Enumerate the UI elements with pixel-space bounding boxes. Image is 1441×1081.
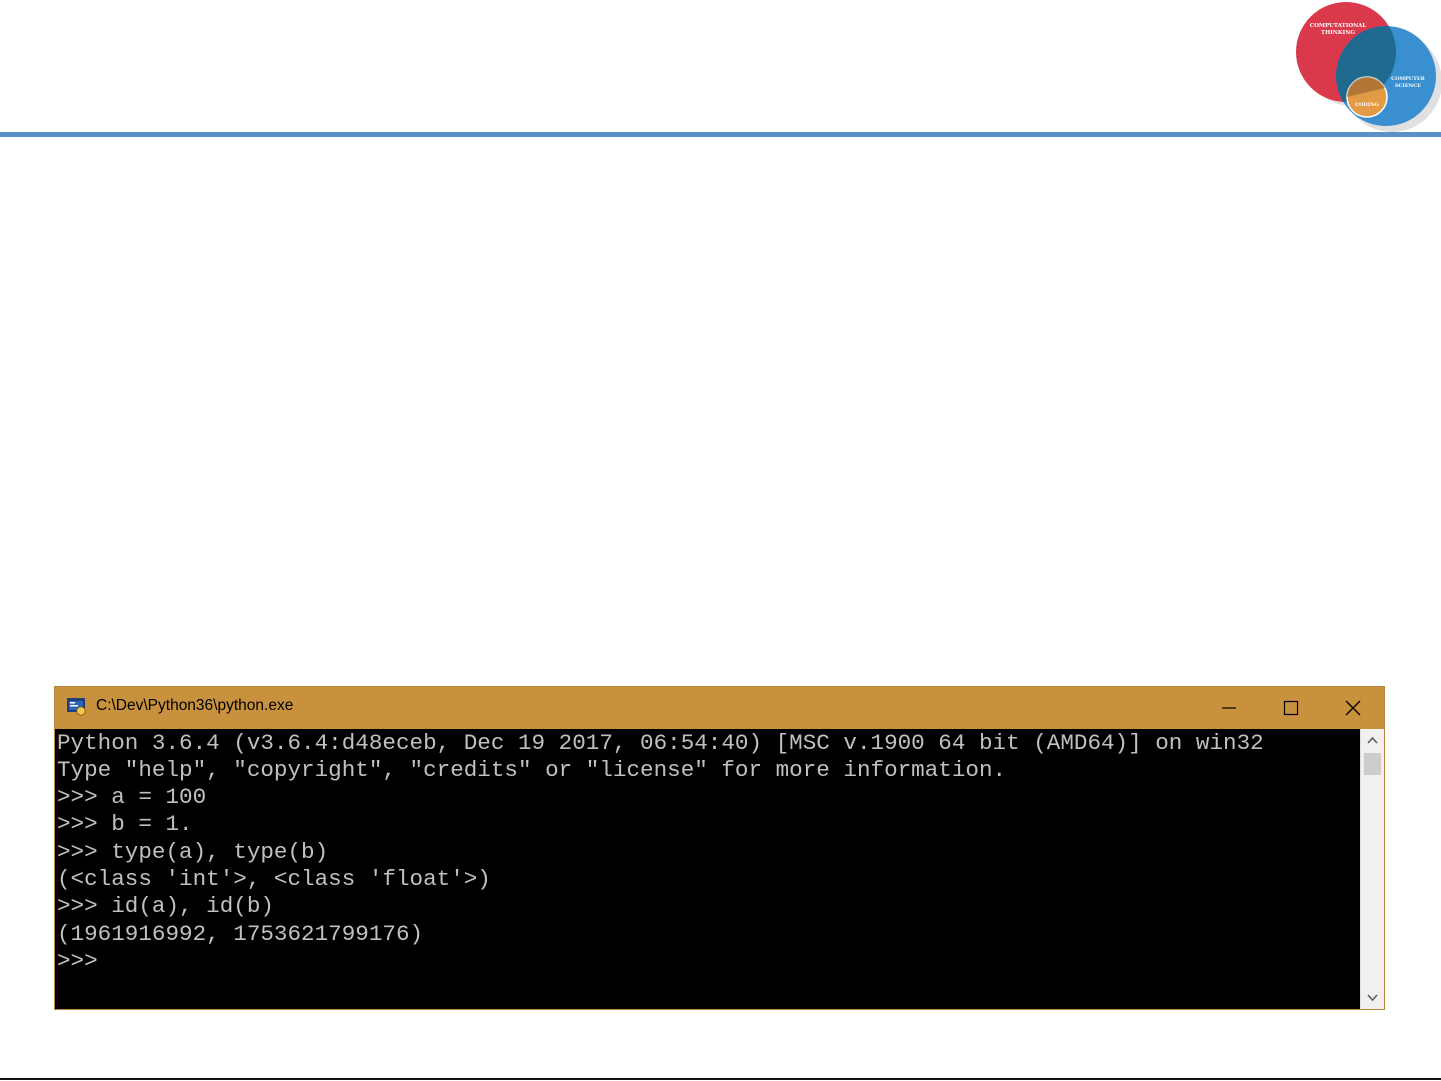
- header-rule: [0, 132, 1441, 137]
- scrollbar-thumb[interactable]: [1364, 753, 1381, 775]
- console-line: (<class 'int'>, <class 'float'>): [57, 866, 491, 892]
- svg-text:CODING: CODING: [1355, 102, 1379, 108]
- close-button[interactable]: [1322, 687, 1384, 729]
- window-title: C:\Dev\Python36\python.exe: [96, 697, 294, 714]
- console-window[interactable]: C:\Dev\Python36\python.exe Python 3.6.4 …: [54, 686, 1385, 1010]
- close-icon: [1345, 700, 1361, 716]
- svg-text:SCIENCE: SCIENCE: [1395, 83, 1421, 89]
- console-line: >>> b = 1.: [57, 811, 193, 837]
- console-prompt[interactable]: >>>: [57, 948, 98, 975]
- minimize-icon: [1222, 707, 1236, 709]
- console-line: >>> a = 100: [57, 784, 207, 810]
- maximize-button[interactable]: [1260, 687, 1322, 729]
- console-line: >>> id(a), id(b): [57, 893, 274, 919]
- svg-text:COMPUTATIONAL: COMPUTATIONAL: [1310, 23, 1367, 29]
- console-line: (1961916992, 1753621799176): [57, 921, 424, 947]
- chevron-down-icon: [1367, 994, 1378, 1002]
- console-line: Type "help", "copyright", "credits" or "…: [57, 757, 1007, 783]
- python-console-icon[interactable]: [67, 698, 87, 716]
- console-line: >>> type(a), type(b): [57, 839, 329, 865]
- scroll-up-button[interactable]: [1361, 729, 1384, 751]
- maximize-icon: [1283, 700, 1299, 716]
- window-titlebar[interactable]: C:\Dev\Python36\python.exe: [55, 687, 1384, 729]
- svg-text:THINKING: THINKING: [1321, 30, 1355, 36]
- chevron-up-icon: [1367, 736, 1378, 744]
- minimize-button[interactable]: [1198, 687, 1260, 729]
- console-line: Python 3.6.4 (v3.6.4:d48eceb, Dec 19 201…: [57, 730, 1264, 756]
- svg-text:COMPUTER: COMPUTER: [1391, 76, 1426, 82]
- vertical-scrollbar[interactable]: [1360, 729, 1384, 1009]
- console-output[interactable]: Python 3.6.4 (v3.6.4:d48eceb, Dec 19 201…: [55, 729, 1360, 1009]
- footer-rule: [0, 1078, 1441, 1080]
- scroll-down-button[interactable]: [1361, 987, 1384, 1009]
- computational-thinking-logo: COMPUTATIONAL THINKING COMPUTER SCIENCE …: [1290, 0, 1441, 135]
